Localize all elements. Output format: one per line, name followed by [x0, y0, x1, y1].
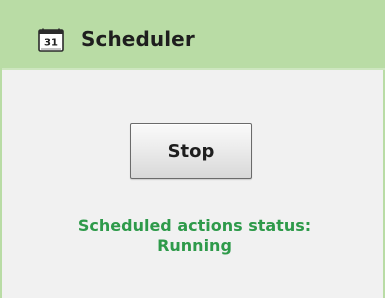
scheduler-panel: 31 Scheduler Stop Scheduled actions stat…: [0, 0, 385, 298]
stop-button[interactable]: Stop: [130, 123, 252, 179]
header-divider: [2, 68, 385, 70]
page-title: Scheduler: [81, 27, 195, 51]
calendar-icon-day: 31: [44, 38, 58, 49]
status-value: Running: [157, 236, 232, 255]
status-label: Scheduled actions status:: [77, 216, 312, 235]
calendar-icon: 31: [38, 28, 64, 52]
panel-header: 31 Scheduler: [2, 0, 385, 68]
status-text: Scheduled actions status: Running: [2, 216, 385, 256]
